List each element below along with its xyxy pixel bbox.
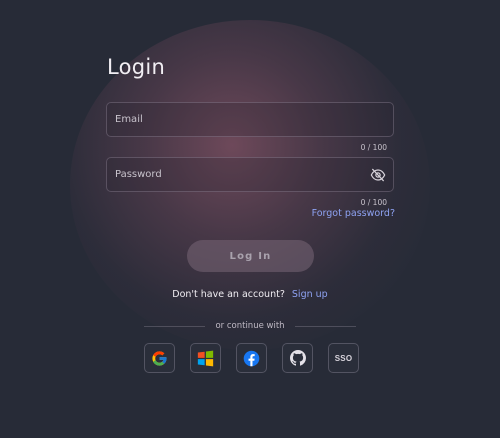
- page-title: Login: [107, 55, 166, 79]
- microsoft-login-button[interactable]: [190, 343, 221, 373]
- signup-prompt: Don't have an account? Sign up: [0, 289, 500, 300]
- password-field[interactable]: Password: [106, 157, 397, 193]
- facebook-icon: [243, 350, 260, 366]
- google-login-button[interactable]: [144, 343, 175, 373]
- email-input[interactable]: [107, 103, 397, 138]
- login-button[interactable]: Log In: [187, 240, 314, 272]
- eye-off-icon[interactable]: [370, 168, 386, 182]
- signup-link[interactable]: Sign up: [292, 289, 328, 300]
- password-char-counter: 0 / 100: [360, 198, 387, 207]
- sso-label: SSO: [334, 353, 353, 363]
- sso-login-button[interactable]: SSO: [328, 343, 359, 373]
- facebook-login-button[interactable]: [236, 343, 267, 373]
- github-login-button[interactable]: [282, 343, 313, 373]
- divider-text: or continue with: [215, 321, 285, 331]
- social-login-buttons: SSO: [144, 343, 359, 373]
- continue-with-divider: or continue with: [144, 321, 356, 331]
- forgot-password-link[interactable]: Forgot password?: [312, 208, 395, 219]
- divider-line-left: [144, 325, 206, 327]
- email-char-counter: 0 / 100: [360, 143, 387, 152]
- email-field[interactable]: Email: [106, 102, 397, 138]
- google-icon: [152, 350, 167, 366]
- password-input[interactable]: [107, 158, 397, 193]
- divider-line-right: [294, 325, 356, 327]
- microsoft-icon: [197, 350, 214, 366]
- no-account-text: Don't have an account?: [172, 289, 285, 300]
- github-icon: [289, 350, 306, 366]
